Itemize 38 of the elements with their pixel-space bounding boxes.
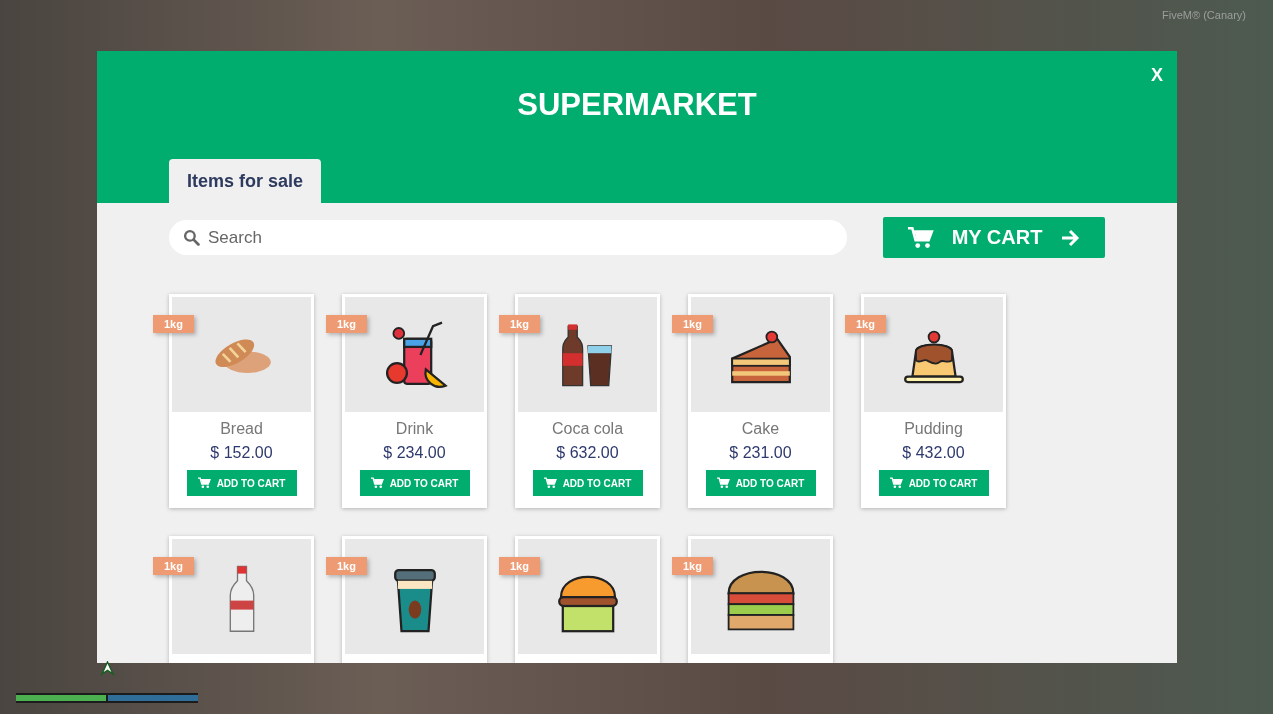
weight-badge: 1kg (326, 315, 367, 333)
product-name: Bread (220, 420, 263, 438)
window-title: SUPERMARKET (517, 87, 757, 123)
cart-icon (370, 477, 384, 489)
cart-icon (889, 477, 903, 489)
product-price: $ 152.00 (210, 444, 273, 462)
cart-icon (907, 225, 934, 250)
weight-badge: 1kg (845, 315, 886, 333)
product-price: $ 632.00 (556, 444, 619, 462)
arrow-right-icon (1060, 227, 1081, 248)
weight-badge: 1kg (326, 557, 367, 575)
product-name: Pudding (904, 420, 963, 438)
product-name: Drink (395, 420, 434, 438)
add-to-cart-button[interactable]: ADD TO CART (532, 470, 643, 496)
overlay-label: FiveM® (Canary) (1162, 9, 1246, 21)
product-name: Coca cola (551, 420, 624, 438)
weight-badge: 1kg (499, 557, 540, 575)
my-cart-button[interactable]: MY CART (883, 217, 1105, 258)
product-price: $ 234.00 (383, 444, 446, 462)
add-to-cart-button[interactable]: ADD TO CART (186, 470, 297, 496)
add-to-cart-button[interactable]: ADD TO CART (878, 470, 989, 496)
cart-icon (716, 477, 730, 489)
cart-icon (197, 477, 211, 489)
product-name: Cake (741, 420, 780, 438)
weight-badge: 1kg (672, 315, 713, 333)
product-price: $ 231.00 (729, 444, 792, 462)
weight-badge: 1kg (499, 315, 540, 333)
product-price: $ 432.00 (902, 444, 965, 462)
weight-badge: 1kg (672, 557, 713, 575)
add-to-cart-button[interactable]: ADD TO CART (705, 470, 816, 496)
player-marker-icon (100, 661, 115, 676)
weight-badge: 1kg (153, 315, 194, 333)
close-button[interactable]: X (1147, 63, 1167, 88)
weight-badge: 1kg (153, 557, 194, 575)
add-to-cart-button[interactable]: ADD TO CART (359, 470, 470, 496)
search-field[interactable]: Search (169, 220, 847, 255)
tab[interactable]: Items for sale (169, 159, 322, 203)
cart-icon (543, 477, 557, 489)
